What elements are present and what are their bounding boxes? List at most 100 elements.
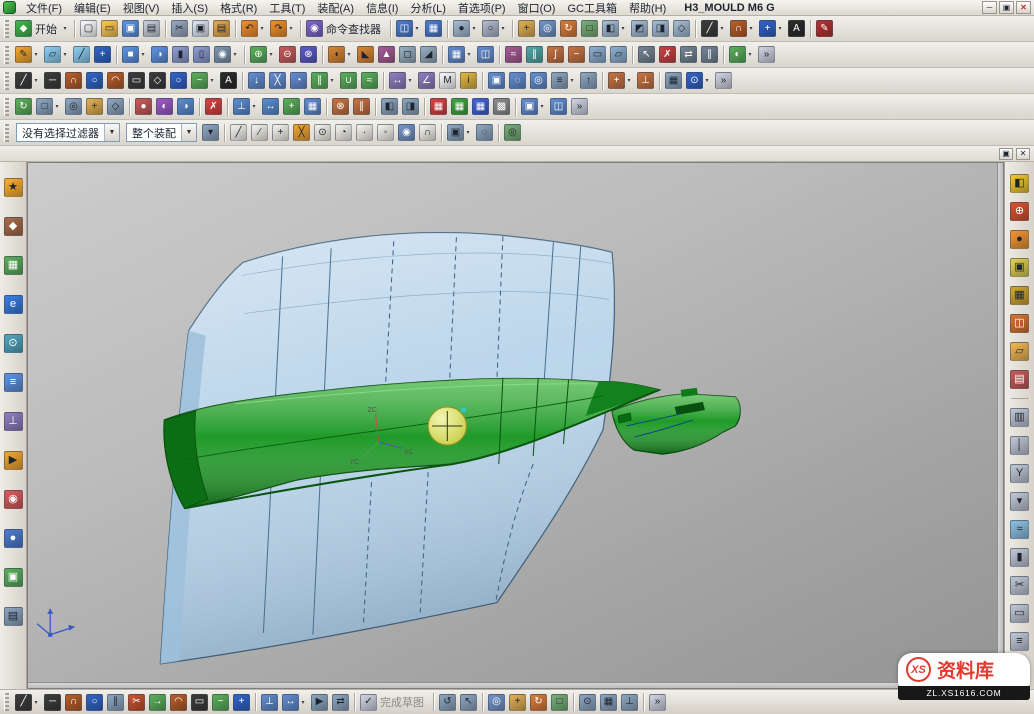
- expand-toolbar-row5[interactable]: »: [569, 96, 590, 117]
- refresh-display[interactable]: ↻: [13, 96, 34, 117]
- measure-distance[interactable]: ↔▾: [387, 70, 416, 91]
- bounded-plane[interactable]: ▭: [587, 44, 608, 65]
- shell[interactable]: ◻: [397, 44, 418, 65]
- sew[interactable]: ≈: [503, 44, 524, 65]
- paste[interactable]: ▤: [211, 18, 232, 39]
- touch-panel[interactable]: ▤: [2, 605, 25, 628]
- polygon[interactable]: ◇: [147, 70, 168, 91]
- graphics-viewport[interactable]: ZC YC XC: [27, 162, 1004, 689]
- rgb-grid[interactable]: ▩: [491, 96, 512, 117]
- menu-view[interactable]: 视图(V): [117, 0, 166, 16]
- open-file[interactable]: ▭: [99, 18, 120, 39]
- rotate-view[interactable]: ↻: [558, 18, 579, 39]
- start-menu[interactable]: ◆开始▾: [13, 18, 71, 39]
- perspective-display[interactable]: ◇: [105, 96, 126, 117]
- menu-information[interactable]: 信息(I): [360, 0, 404, 16]
- immediate-hide[interactable]: ◎: [528, 70, 549, 91]
- intersect[interactable]: ⊗: [298, 44, 319, 65]
- zoom-in-out[interactable]: ◎: [63, 96, 84, 117]
- toolbar-grip[interactable]: [4, 20, 9, 38]
- front-view[interactable]: ◧▾: [600, 18, 629, 39]
- edge-blend[interactable]: ◖▾: [326, 44, 355, 65]
- rotate-bottom[interactable]: ↻: [528, 692, 549, 713]
- swept[interactable]: ~: [566, 44, 587, 65]
- web-browser[interactable]: e: [2, 293, 25, 316]
- apply-material[interactable]: ●: [133, 96, 154, 117]
- menu-help[interactable]: 帮助(H): [623, 0, 672, 16]
- visual-reports[interactable]: ▣: [2, 566, 25, 589]
- clip-section[interactable]: ◨: [400, 96, 421, 117]
- arc-sketch[interactable]: ∩: [63, 692, 84, 713]
- command-finder[interactable]: ◉命令查找器: [304, 18, 387, 39]
- snap-toggle-bottom[interactable]: ⊙: [577, 692, 598, 713]
- extrude[interactable]: ■▾: [120, 44, 149, 65]
- cut[interactable]: ✂: [169, 18, 190, 39]
- mold-csys[interactable]: ⊕: [1008, 200, 1031, 223]
- restore-button[interactable]: ▣: [999, 1, 1014, 14]
- menu-insert[interactable]: 插入(S): [165, 0, 214, 16]
- fillet-sketch[interactable]: ◠: [168, 692, 189, 713]
- trim-mold-component[interactable]: ✂: [1008, 574, 1031, 597]
- line-sketch[interactable]: ─: [42, 692, 63, 713]
- toolbar-grip[interactable]: [4, 693, 9, 711]
- roles-palette[interactable]: ◉: [2, 488, 25, 511]
- join-curve[interactable]: ≈: [359, 70, 380, 91]
- quadrant-point-snap[interactable]: ◔: [333, 122, 354, 143]
- line[interactable]: ─: [42, 70, 63, 91]
- endpoint-snap[interactable]: ╱: [228, 122, 249, 143]
- save-file[interactable]: ▣: [120, 18, 141, 39]
- workpiece[interactable]: ▣: [1008, 256, 1031, 279]
- datum-plane[interactable]: ▱▾: [42, 44, 71, 65]
- measure-angle[interactable]: ∠: [416, 70, 437, 91]
- circle-sketch[interactable]: ○: [84, 692, 105, 713]
- control-point-snap[interactable]: +: [270, 122, 291, 143]
- snap-enable[interactable]: ▾: [200, 122, 221, 143]
- zoom-bottom[interactable]: ◎: [486, 692, 507, 713]
- synchronous-modeling[interactable]: ◐▾: [727, 44, 756, 65]
- isometric-view[interactable]: ◨: [650, 18, 671, 39]
- blue-channel[interactable]: ▦: [470, 96, 491, 117]
- artistic-rendering[interactable]: ◐: [154, 96, 175, 117]
- tangent-snap[interactable]: ∩: [417, 122, 438, 143]
- pan-view[interactable]: +: [516, 18, 537, 39]
- draft[interactable]: ◢: [418, 44, 439, 65]
- datum-axis[interactable]: ╱: [71, 44, 92, 65]
- midpoint-snap[interactable]: ∕: [249, 122, 270, 143]
- clearance-analysis[interactable]: ∥: [351, 96, 372, 117]
- menu-preferences[interactable]: 首选项(P): [452, 0, 512, 16]
- mold-tools[interactable]: ◫: [1008, 312, 1031, 335]
- bill-of-material[interactable]: ≡: [1008, 630, 1031, 653]
- replace-face[interactable]: ⇄: [678, 44, 699, 65]
- expand-toolbar-row4[interactable]: »: [713, 70, 734, 91]
- pocket[interactable]: ▭: [1008, 602, 1031, 625]
- fit-window[interactable]: □▾: [34, 96, 63, 117]
- animate-dimension[interactable]: ▶: [309, 692, 330, 713]
- move-component[interactable]: ↔: [260, 96, 281, 117]
- toolbar-grip[interactable]: [4, 46, 9, 64]
- fit-bottom[interactable]: □: [549, 692, 570, 713]
- intersection-snap[interactable]: ╳: [291, 122, 312, 143]
- ruled-surface[interactable]: ▱: [608, 44, 629, 65]
- move-face[interactable]: ↖: [636, 44, 657, 65]
- layer-settings[interactable]: ≡▾: [549, 70, 578, 91]
- selection-ball[interactable]: [428, 407, 466, 445]
- project-curve[interactable]: ↓: [246, 70, 267, 91]
- mirror-feature[interactable]: ◫: [475, 44, 496, 65]
- true-shading[interactable]: ◑: [175, 96, 196, 117]
- intersection-curve[interactable]: ╳: [267, 70, 288, 91]
- electrode[interactable]: ▮: [1008, 546, 1031, 569]
- offset-surface[interactable]: ∥: [524, 44, 545, 65]
- delete-object[interactable]: ✗: [203, 96, 224, 117]
- initialize-mold-project[interactable]: ◧: [1008, 172, 1031, 195]
- block[interactable]: ▮: [170, 44, 191, 65]
- wireframe-display[interactable]: ○▾: [480, 18, 509, 39]
- grid-toggle-bottom[interactable]: ▦: [598, 692, 619, 713]
- offset-region[interactable]: ∥: [699, 44, 720, 65]
- rectangle-sketch[interactable]: ▭: [189, 692, 210, 713]
- point[interactable]: +: [92, 44, 113, 65]
- ejector-pin[interactable]: │: [1008, 434, 1031, 457]
- grid-display[interactable]: ▦: [663, 70, 684, 91]
- delete-face[interactable]: ✗: [657, 44, 678, 65]
- redo[interactable]: ↷▾: [268, 18, 297, 39]
- menu-format[interactable]: 格式(R): [214, 0, 263, 16]
